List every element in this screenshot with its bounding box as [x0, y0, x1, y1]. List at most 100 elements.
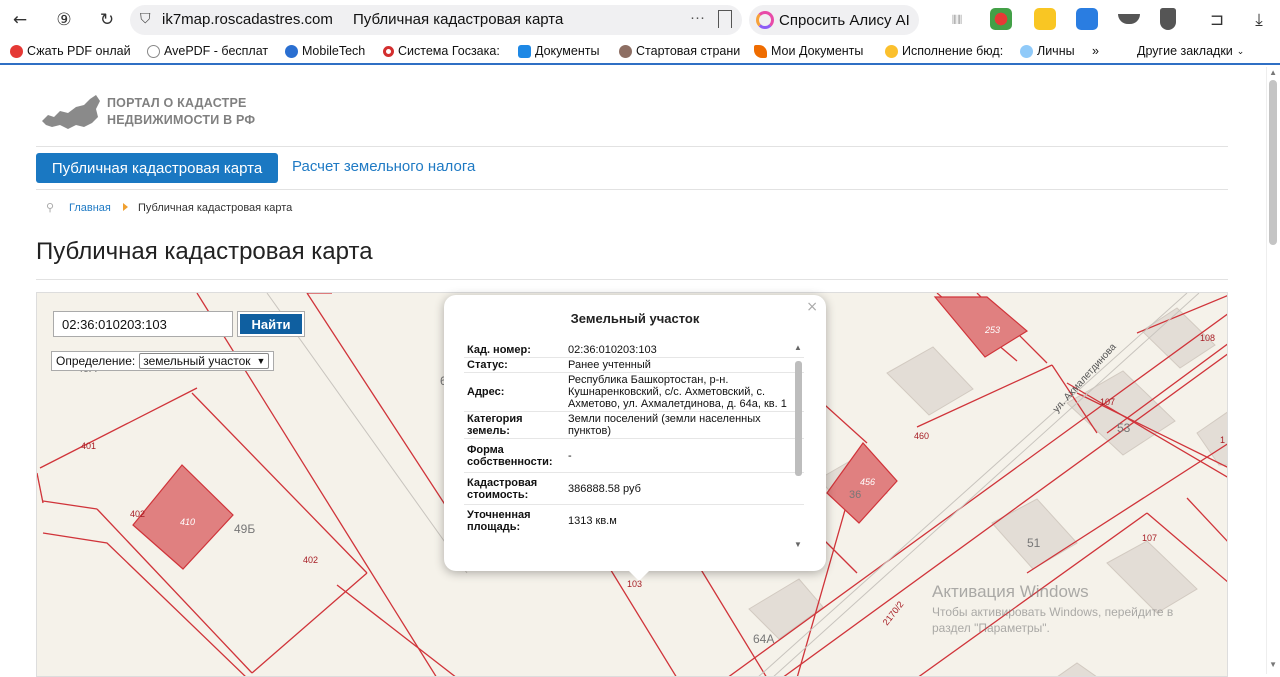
- alice-icon: [756, 11, 774, 29]
- bookmark-item[interactable]: AvePDF - бесплат: [147, 44, 268, 58]
- bookmarks-bar: Сжать PDF онлай AvePDF - бесплат MobileT…: [0, 40, 1280, 65]
- discount-icon[interactable]: [1034, 8, 1056, 30]
- alice-label: Спросить Алису AI: [779, 12, 910, 29]
- label-402: 402: [130, 509, 145, 519]
- scroll-thumb[interactable]: [1269, 80, 1277, 245]
- parcel-253[interactable]: [933, 296, 1029, 358]
- scroll-thumb[interactable]: [795, 361, 802, 476]
- building: [886, 346, 974, 416]
- avepdf-icon: [147, 44, 160, 58]
- windows-activation-title: Активация Windows: [932, 582, 1089, 601]
- chevron-down-icon: ⌄: [1236, 45, 1245, 56]
- table-row: Уточненная площадь: 1313 кв.м: [464, 505, 804, 535]
- label-1: 1: [1220, 435, 1225, 445]
- label-49b: 49Б: [234, 522, 255, 536]
- cloud-doc-icon: [518, 44, 531, 58]
- bookmark-item[interactable]: Стартовая страни: [619, 44, 740, 58]
- logo-text[interactable]: ПОРТАЛ О КАДАСТРЕ НЕДВИЖИМОСТИ В РФ: [107, 95, 255, 129]
- bookmark-item[interactable]: Исполнение бюд:: [885, 44, 1003, 58]
- label-51: 51: [1027, 536, 1041, 550]
- address-bar[interactable]: ⛉ ik7map.roscadastres.com Публичная када…: [130, 5, 742, 35]
- definition-label: Определение:: [56, 354, 136, 368]
- building: [748, 578, 824, 640]
- cloud-icon[interactable]: [1118, 14, 1140, 24]
- label-53: 53: [1117, 421, 1131, 435]
- extension-icon[interactable]: [990, 8, 1012, 30]
- popup-table[interactable]: Кад. номер: 02:36:010203:103 Статус: Ран…: [464, 343, 804, 535]
- tabs-icon[interactable]: ⊐: [1205, 8, 1229, 32]
- table-row: Статус: Ранее учтенный: [464, 358, 804, 373]
- divider: [36, 146, 1228, 147]
- label-107: 107: [1100, 397, 1115, 407]
- mail-icon[interactable]: [1076, 8, 1098, 30]
- label-108: 108: [1200, 333, 1215, 343]
- bookmark-item[interactable]: Система Госзака:: [383, 44, 500, 58]
- back-icon[interactable]: ←: [8, 8, 32, 32]
- building: [991, 498, 1078, 570]
- windows-activation-text: Чтобы активировать Windows, перейдите в …: [932, 605, 1174, 635]
- building: [1106, 540, 1198, 614]
- page-title: Публичная кадастровая карта: [36, 238, 373, 265]
- mobiletech-icon: [285, 44, 298, 58]
- url-domain: ik7map.roscadastres.com: [162, 11, 333, 28]
- voice-icon[interactable]: ⦀⦀: [945, 8, 969, 32]
- bookmark-item[interactable]: Мои Документы: [754, 44, 863, 58]
- bookmark-item[interactable]: MobileTech: [285, 44, 365, 58]
- shield-icon: ⛉: [140, 11, 151, 27]
- label-401: 401: [81, 441, 96, 451]
- other-bookmarks[interactable]: Другие закладки ⌄: [1137, 44, 1244, 58]
- download-icon[interactable]: ⤓: [1247, 8, 1271, 32]
- cadastral-search-input[interactable]: [53, 311, 233, 337]
- table-row: Адрес: Республика Башкортостан, р-н. Куш…: [464, 373, 804, 412]
- building: [1057, 662, 1097, 676]
- table-row: Кадастровая стоимость: 386888.58 руб: [464, 473, 804, 505]
- tab-public-map[interactable]: Публичная кадастровая карта: [36, 153, 278, 183]
- tab-title: Публичная кадастровая карта: [353, 11, 564, 28]
- label-36: 36: [849, 489, 861, 501]
- divider: [36, 279, 1228, 280]
- label-107: 107: [1142, 533, 1157, 543]
- gos-icon: [383, 45, 394, 57]
- label-402: 402: [303, 555, 318, 565]
- breadcrumb-arrow-icon: [123, 203, 128, 211]
- location-pin-icon: ⚲: [46, 201, 55, 214]
- personal-icon: [1020, 44, 1033, 58]
- breadcrumb-home[interactable]: Главная: [69, 202, 111, 214]
- protect-icon[interactable]: [1160, 8, 1176, 30]
- popup-scrollbar[interactable]: ▲ ▼: [794, 343, 804, 553]
- bookmark-item[interactable]: Личны: [1020, 44, 1075, 58]
- heart-icon: [10, 44, 23, 58]
- table-row: Форма собственности: -: [464, 439, 804, 473]
- label-253: 253: [984, 325, 1000, 335]
- russia-map-logo[interactable]: [40, 91, 102, 131]
- bookmarks-overflow[interactable]: »: [1092, 44, 1099, 58]
- scroll-down-icon[interactable]: ▼: [1269, 660, 1277, 669]
- parcel-info-popup: × Земельный участок Кад. номер: 02:36:01…: [444, 295, 826, 581]
- bookmark-item[interactable]: Сжать PDF онлай: [10, 44, 131, 58]
- chevron-down-icon: ▼: [256, 356, 266, 366]
- definition-select[interactable]: земельный участок ▼: [139, 353, 270, 369]
- label-460: 460: [914, 431, 929, 441]
- label-456: 456: [860, 477, 875, 487]
- table-row: Категория земель: Земли поселений (земли…: [464, 412, 804, 439]
- definition-selector: Определение: земельный участок ▼: [51, 351, 275, 371]
- scroll-up-icon[interactable]: ▲: [794, 343, 802, 352]
- reload-icon[interactable]: ↻: [95, 8, 119, 32]
- browser-toolbar: ← ⑨ ↻ ⛉ ik7map.roscadastres.com Публична…: [0, 0, 1280, 40]
- label-64a: 64А: [753, 632, 774, 646]
- table-row: Кад. номер: 02:36:010203:103: [464, 343, 804, 358]
- docs-icon: [754, 44, 767, 58]
- budget-icon: [885, 44, 898, 58]
- search-button[interactable]: Найти: [237, 311, 305, 337]
- yandex-icon[interactable]: ⑨: [52, 8, 76, 32]
- bookmark-item[interactable]: Документы: [518, 44, 599, 58]
- divider: [36, 189, 1228, 190]
- scroll-up-icon[interactable]: ▲: [1269, 68, 1277, 77]
- scroll-down-icon[interactable]: ▼: [794, 540, 802, 549]
- start-page-icon: [619, 44, 632, 58]
- tab-land-tax[interactable]: Расчет земельного налога: [292, 158, 475, 175]
- more-icon[interactable]: ···: [690, 9, 705, 26]
- bookmark-icon[interactable]: [718, 10, 732, 28]
- alice-button[interactable]: Спросить Алису AI: [749, 5, 919, 35]
- label-410: 410: [180, 517, 195, 527]
